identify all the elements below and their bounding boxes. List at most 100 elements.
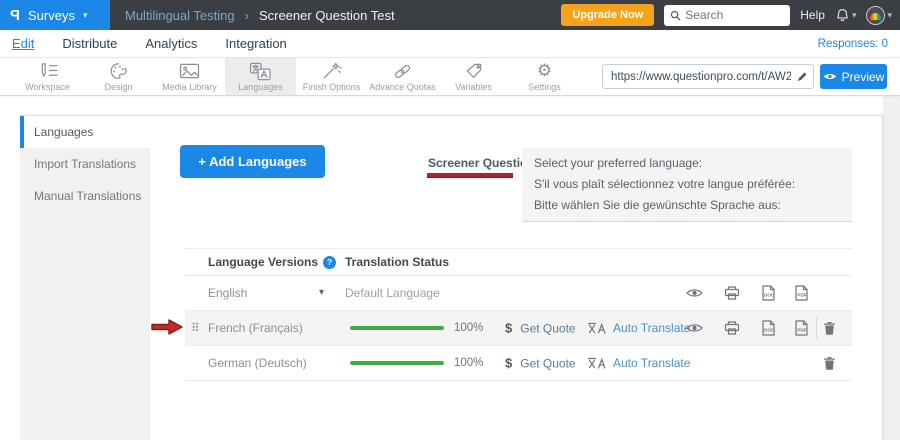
- search-icon: [670, 10, 681, 21]
- print-button[interactable]: [724, 321, 740, 336]
- auto-translate-link[interactable]: Auto Translate: [587, 321, 690, 335]
- content-area: Languages Import Translations Manual Tra…: [0, 96, 900, 440]
- progress-percent: 100%: [454, 357, 483, 369]
- breadcrumb-survey-title: Screener Question Test: [259, 8, 395, 23]
- screener-line-english: Select your preferred language:: [534, 153, 840, 174]
- dollar-icon: $: [505, 356, 512, 371]
- view-translation-button[interactable]: [686, 323, 703, 333]
- top-bar: P Surveys ▾ Multilingual Testing › Scree…: [0, 0, 900, 30]
- progress-fill: [350, 361, 444, 365]
- preview-button[interactable]: Preview: [820, 64, 887, 89]
- breadcrumb: Multilingual Testing › Screener Question…: [125, 8, 395, 23]
- toolbar-item-languages[interactable]: Languages: [225, 58, 296, 95]
- search-input[interactable]: [685, 8, 775, 22]
- upgrade-now-button[interactable]: Upgrade Now: [561, 4, 654, 26]
- languages-sidebar: Languages Import Translations Manual Tra…: [20, 116, 150, 440]
- export-doc-button[interactable]: DOC: [761, 320, 776, 337]
- auto-translate-icon: [587, 322, 607, 334]
- default-language-select[interactable]: English ▾: [208, 286, 324, 300]
- delete-language-button[interactable]: [823, 356, 836, 371]
- dollar-icon: $: [505, 321, 512, 336]
- settings-gear-icon: ⚙: [537, 62, 552, 81]
- page-background-gutter: [883, 96, 900, 440]
- delete-language-button[interactable]: [823, 321, 836, 336]
- survey-url-input[interactable]: [602, 64, 814, 89]
- table-header-row: Language Versions ? Translation Status: [185, 248, 852, 276]
- preview-label: Preview: [842, 70, 885, 84]
- progress-fill: [350, 326, 444, 330]
- eye-icon: [823, 72, 837, 81]
- languages-main: + Add Languages Screener Question : Sele…: [150, 116, 882, 440]
- tab-distribute[interactable]: Distribute: [62, 36, 117, 51]
- toolbar-item-advance-quotas[interactable]: Advance Quotas: [367, 58, 438, 95]
- avatar-gauge-icon: [870, 13, 881, 20]
- design-palette-icon: [109, 62, 128, 81]
- edit-url-pencil-icon[interactable]: [797, 71, 808, 82]
- divider: [816, 317, 817, 339]
- notifications-menu[interactable]: ▾: [835, 8, 857, 23]
- responses-count[interactable]: Responses: 0: [818, 38, 888, 50]
- edit-toolbar: Workspace Design Media Library Languages…: [0, 58, 900, 96]
- survey-nav: Edit Distribute Analytics Integration Re…: [0, 30, 900, 58]
- advance-quotas-icon: [392, 62, 413, 81]
- print-button[interactable]: [724, 286, 740, 301]
- screener-question-box: Select your preferred language: S'il vou…: [522, 148, 852, 222]
- variables-tag-icon: [464, 62, 483, 81]
- view-translation-button[interactable]: [686, 288, 703, 298]
- progress-percent: 100%: [454, 322, 483, 334]
- sidebar-item-import-translations[interactable]: Import Translations: [20, 148, 150, 180]
- chevron-down-icon: ▾: [319, 288, 324, 298]
- chevron-down-icon: ▾: [83, 11, 88, 20]
- toolbar-item-media-library[interactable]: Media Library: [154, 58, 225, 95]
- chevron-down-icon: ▾: [852, 11, 857, 20]
- screener-line-german: Bitte wählen Sie die gewünschte Sprache …: [534, 195, 840, 216]
- get-quote-link[interactable]: $ Get Quote: [505, 356, 576, 371]
- drag-handle-icon[interactable]: ⠿: [191, 321, 200, 335]
- table-row-french: ⠿ French (Français) 100% $ Get Quote Aut…: [185, 311, 852, 346]
- finish-options-icon: [322, 62, 342, 81]
- survey-url-group: Preview: [602, 58, 887, 95]
- help-badge-icon[interactable]: ?: [323, 256, 336, 269]
- toolbar-item-design[interactable]: Design: [83, 58, 154, 95]
- toolbar-item-settings[interactable]: ⚙ Settings: [509, 58, 580, 95]
- account-menu[interactable]: ▾: [866, 6, 892, 25]
- screener-line-french: S'il vous plaît sélectionnez votre langu…: [534, 174, 840, 195]
- table-row-english: English ▾ Default Language DOC PDF: [185, 276, 852, 311]
- global-search[interactable]: [664, 5, 790, 26]
- toolbar-item-label: Design: [104, 82, 132, 92]
- export-pdf-button[interactable]: PDF: [794, 320, 809, 337]
- auto-translate-icon: [587, 357, 607, 369]
- table-row-german: German (Deutsch) 100% $ Get Quote Auto T…: [185, 346, 852, 381]
- auto-translate-link[interactable]: Auto Translate: [587, 356, 690, 370]
- workspace-icon: [36, 62, 59, 81]
- tab-edit[interactable]: Edit: [12, 36, 34, 51]
- bell-icon: [835, 8, 850, 23]
- avatar: [866, 6, 885, 25]
- languages-icon: [249, 62, 272, 81]
- tab-analytics[interactable]: Analytics: [145, 36, 197, 51]
- product-switcher[interactable]: P Surveys ▾: [0, 0, 110, 30]
- chevron-down-icon: ▾: [887, 11, 892, 20]
- language-name: English: [208, 286, 247, 300]
- tab-integration[interactable]: Integration: [225, 36, 286, 51]
- media-library-icon: [179, 62, 200, 81]
- svg-text:DOC: DOC: [764, 328, 775, 333]
- help-link[interactable]: Help: [800, 8, 825, 22]
- toolbar-item-label: Advance Quotas: [369, 82, 436, 92]
- toolbar-item-label: Settings: [528, 82, 561, 92]
- export-pdf-button[interactable]: PDF: [794, 285, 809, 302]
- export-doc-button[interactable]: DOC: [761, 285, 776, 302]
- toolbar-item-label: Media Library: [162, 82, 217, 92]
- default-language-status: Default Language: [345, 286, 440, 300]
- get-quote-link[interactable]: $ Get Quote: [505, 321, 576, 336]
- svg-text:PDF: PDF: [797, 328, 806, 333]
- toolbar-item-variables[interactable]: Variables: [438, 58, 509, 95]
- sidebar-item-languages[interactable]: Languages: [20, 116, 150, 148]
- svg-text:PDF: PDF: [797, 293, 806, 298]
- breadcrumb-separator-icon: ›: [245, 8, 249, 23]
- toolbar-item-finish-options[interactable]: Finish Options: [296, 58, 367, 95]
- add-languages-button[interactable]: + Add Languages: [180, 145, 325, 178]
- breadcrumb-folder[interactable]: Multilingual Testing: [125, 8, 235, 23]
- toolbar-item-workspace[interactable]: Workspace: [12, 58, 83, 95]
- sidebar-item-manual-translations[interactable]: Manual Translations: [20, 180, 150, 212]
